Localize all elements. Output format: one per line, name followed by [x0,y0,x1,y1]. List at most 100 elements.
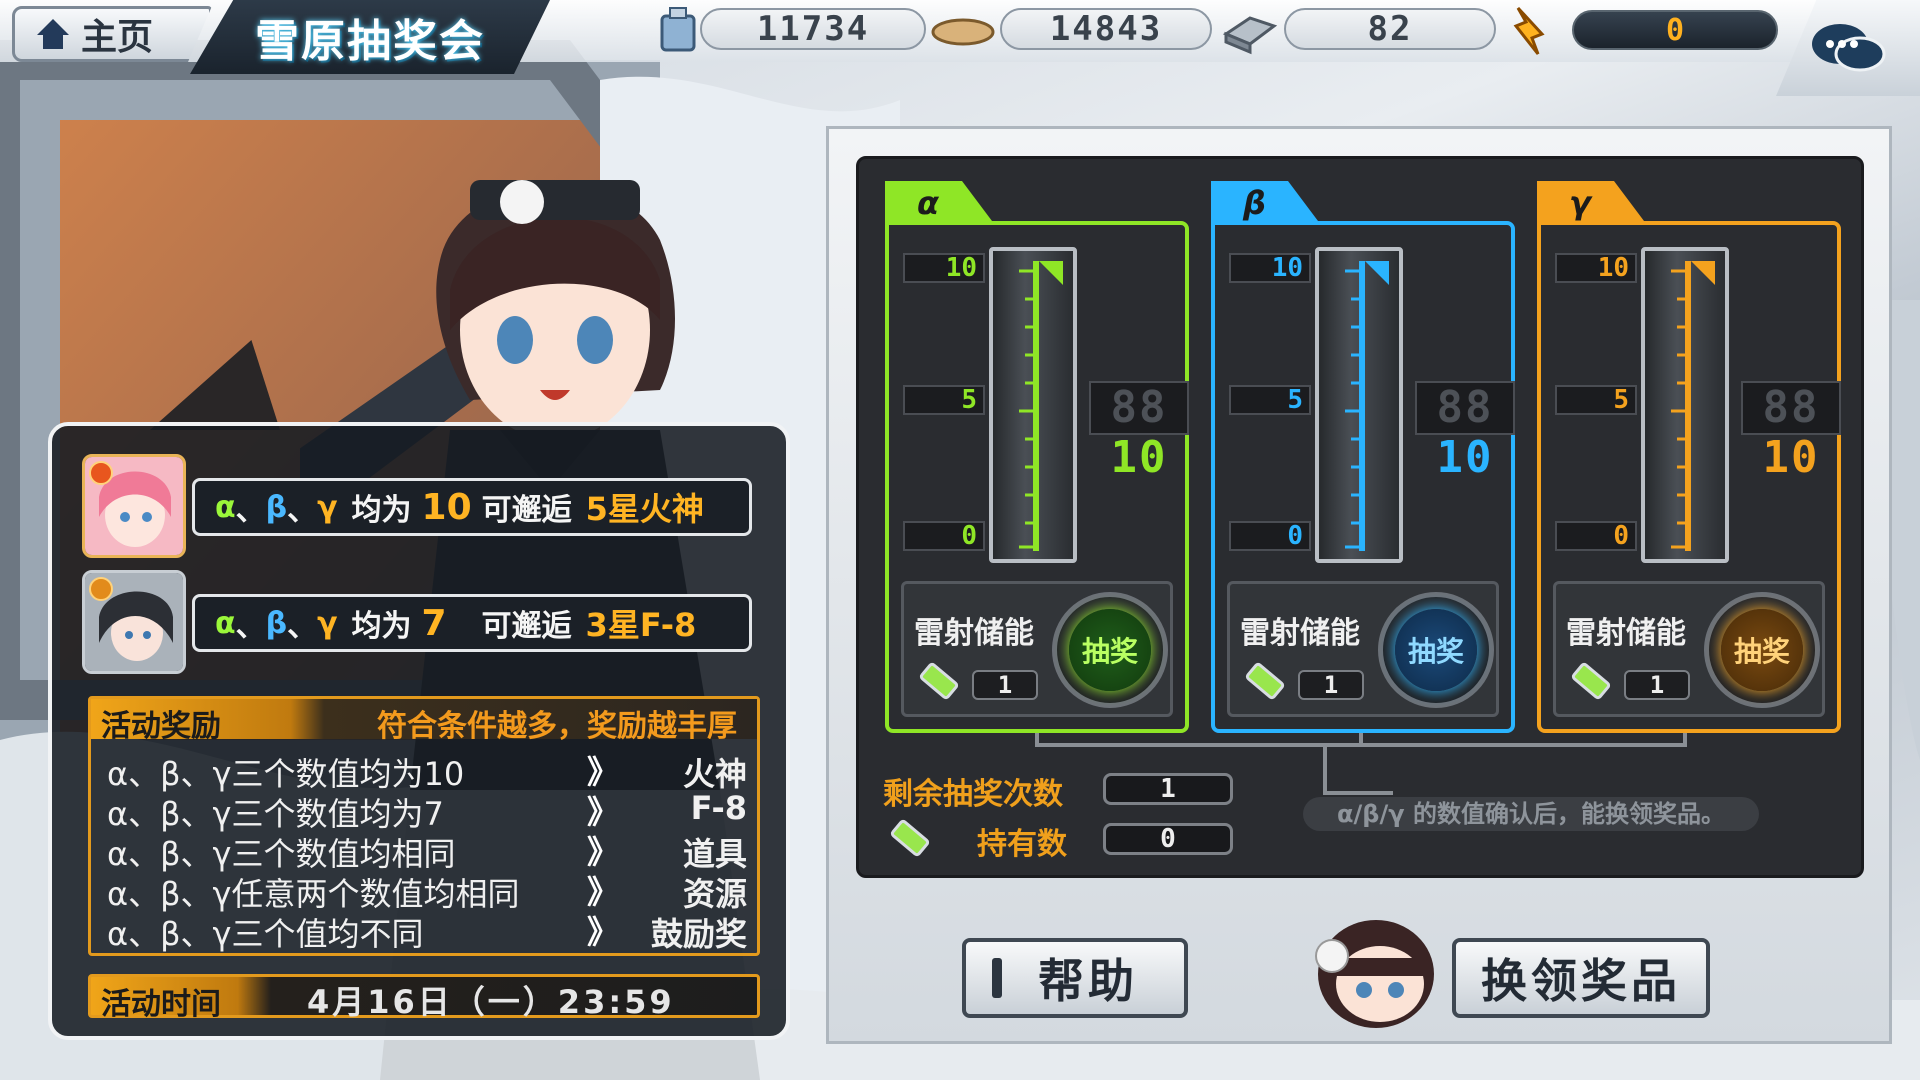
steel-counter: 82 [1284,8,1496,50]
reward-condition-f8: α 、 β 、 γ 均为 7 可邂逅 3星F-8 [192,594,752,652]
steel-icon [1222,16,1278,55]
event-rewards-box: 活动奖励 符合条件越多，奖励越丰厚 α、β、γ三个数值均为10 》 火神 α、β… [88,696,760,956]
reward-row-f8: α 、 β 、 γ 均为 7 可邂逅 3星F-8 [82,570,782,674]
lightning-rank-badge-icon [89,577,113,601]
beta-symbol: β [265,489,288,525]
ammo-value: 11734 [756,9,870,49]
gamma-symbol: γ [317,489,338,525]
laser-storage-label: 雷射储能 [1566,616,1686,651]
rule-prize: 鼓励奖 [650,915,747,953]
alpha-gauge-tube [989,247,1077,563]
event-info-panel: α 、 β 、 γ 均为 10 可邂逅 5星火神 α 、 β 、 γ 均为 7 … [48,422,790,1040]
redeem-notice: α/β/γ 的数值确认后，能换领奖品。 [1303,797,1759,831]
beta-draw-button[interactable]: 抽奖 [1378,592,1494,708]
page-title-plate: 雪原抽奖会 [190,0,550,74]
laser-count: 1 [1624,670,1690,700]
gamma-gauge-scale [1671,261,1715,551]
draw-label: 抽奖 [1721,609,1803,691]
aluminum-value: 0 [1665,12,1685,48]
arrow-icon: 》 [587,913,620,951]
aluminum-icon [1513,6,1545,55]
beta-tab: β [1211,181,1321,225]
gamma-tab: γ [1537,181,1647,225]
gamma-frame: 10 5 0 88 10 雷射储能 1 抽奖 [1537,221,1841,733]
beta-column: β 10 5 0 88 10 雷射储能 1 抽奖 [1211,181,1515,733]
battery-icon [1571,662,1611,700]
remaining-draws-value: 1 [1103,773,1233,805]
scale-mark-10: 10 [1555,253,1637,283]
home-button[interactable]: 主页 [12,6,212,62]
beta-frame: 10 5 0 88 10 雷射储能 1 抽奖 [1211,221,1515,733]
event-time-label: 活动时间 [101,987,221,1022]
beta-symbol: β [265,605,288,641]
draw-label: 抽奖 [1395,609,1477,691]
lottery-machine: α 10 5 0 88 10 雷射储能 1 抽奖 β 10 5 0 88 10 … [856,156,1864,878]
home-icon [37,19,69,49]
alpha-tab: α [885,181,995,225]
gamma-column: γ 10 5 0 88 10 雷射储能 1 抽奖 [1537,181,1841,733]
laser-count: 1 [972,670,1038,700]
gamma-value: 10 [1762,432,1820,483]
laser-storage-label: 雷射储能 [914,616,1034,651]
scale-mark-0: 0 [1229,521,1311,551]
redeem-label: 换领奖品 [1481,954,1681,1008]
event-time-value: 4月16日（一）23:59 [307,983,675,1021]
reward-row-vulcan: α 、 β 、 γ 均为 10 可邂逅 5星火神 [82,454,782,558]
separator: 、 [287,493,318,528]
help-label: 帮助 [1038,954,1138,1008]
alpha-value-display: 88 10 [1089,381,1189,483]
beta-value-display: 88 10 [1415,381,1515,483]
scale-mark-0: 0 [1555,521,1637,551]
alpha-draw-button[interactable]: 抽奖 [1052,592,1168,708]
help-button[interactable]: 帮助 [962,938,1188,1018]
aluminum-counter: 0 [1572,10,1778,50]
separator: 、 [235,493,266,528]
chibi-character-icon [1315,920,1434,1028]
event-rewards-subtitle: 符合条件越多，奖励越丰厚 [377,709,737,744]
ration-icon [931,18,995,46]
chat-bubble-icon [1812,24,1886,72]
alpha-gauge-scale [1019,261,1063,551]
gamma-draw-button[interactable]: 抽奖 [1704,592,1820,708]
reward-rule: α、β、γ三个数值均为7 》 F-8 [107,789,747,833]
draw-label: 抽奖 [1069,609,1151,691]
laser-count: 1 [1298,670,1364,700]
event-rewards-title: 活动奖励 [101,709,221,744]
redeem-prize-button[interactable]: 换领奖品 [1452,938,1710,1018]
reward-rule: α、β、γ三个数值均相同 》 道具 [107,829,747,873]
steel-value: 82 [1367,9,1413,49]
beta-value: 10 [1436,432,1494,483]
condition-number: 10 [421,486,472,528]
home-label: 主页 [81,17,154,58]
event-rewards-header: 活动奖励 符合条件越多，奖励越丰厚 [91,699,757,744]
condition-text: 可邂逅 [481,493,572,528]
rule-prize: F-8 [690,789,747,827]
draw-stats: 剩余抽奖次数 1 持有数 0 α/β/γ 的数值确认后，能换领奖品。 [883,759,1843,869]
digit-ghost-segments: 88 [1110,382,1168,433]
f8-avatar [82,570,186,674]
condition-prefix: 均为 [351,493,412,528]
ration-value: 14843 [1049,9,1163,49]
scale-mark-5: 5 [1229,385,1311,415]
separator: 、 [235,609,266,644]
battery-icon [1245,662,1285,700]
alpha-value: 10 [1110,432,1168,483]
held-count-label: 持有数 [977,827,1067,862]
gamma-symbol: γ [317,605,338,641]
gamma-gauge-tube [1641,247,1729,563]
scale-mark-10: 10 [903,253,985,283]
ration-counter: 14843 [1000,8,1212,50]
separator: 、 [287,609,318,644]
condition-prefix: 均为 [351,609,412,644]
scale-mark-10: 10 [1229,253,1311,283]
remaining-draws-label: 剩余抽奖次数 [883,777,1063,812]
condition-number: 7 [421,602,447,644]
alpha-laser-panel: 雷射储能 1 抽奖 [901,581,1173,717]
digit-ghost-segments: 88 [1436,382,1494,433]
beta-gauge-tube [1315,247,1403,563]
rule-condition: α、β、γ三个值均不同 [107,915,424,953]
battery-icon [890,819,930,857]
beta-gauge-scale [1345,261,1389,551]
reward-rule: α、β、γ任意两个数值均相同 》 资源 [107,869,747,913]
digit-ghost-segments: 88 [1762,382,1820,433]
